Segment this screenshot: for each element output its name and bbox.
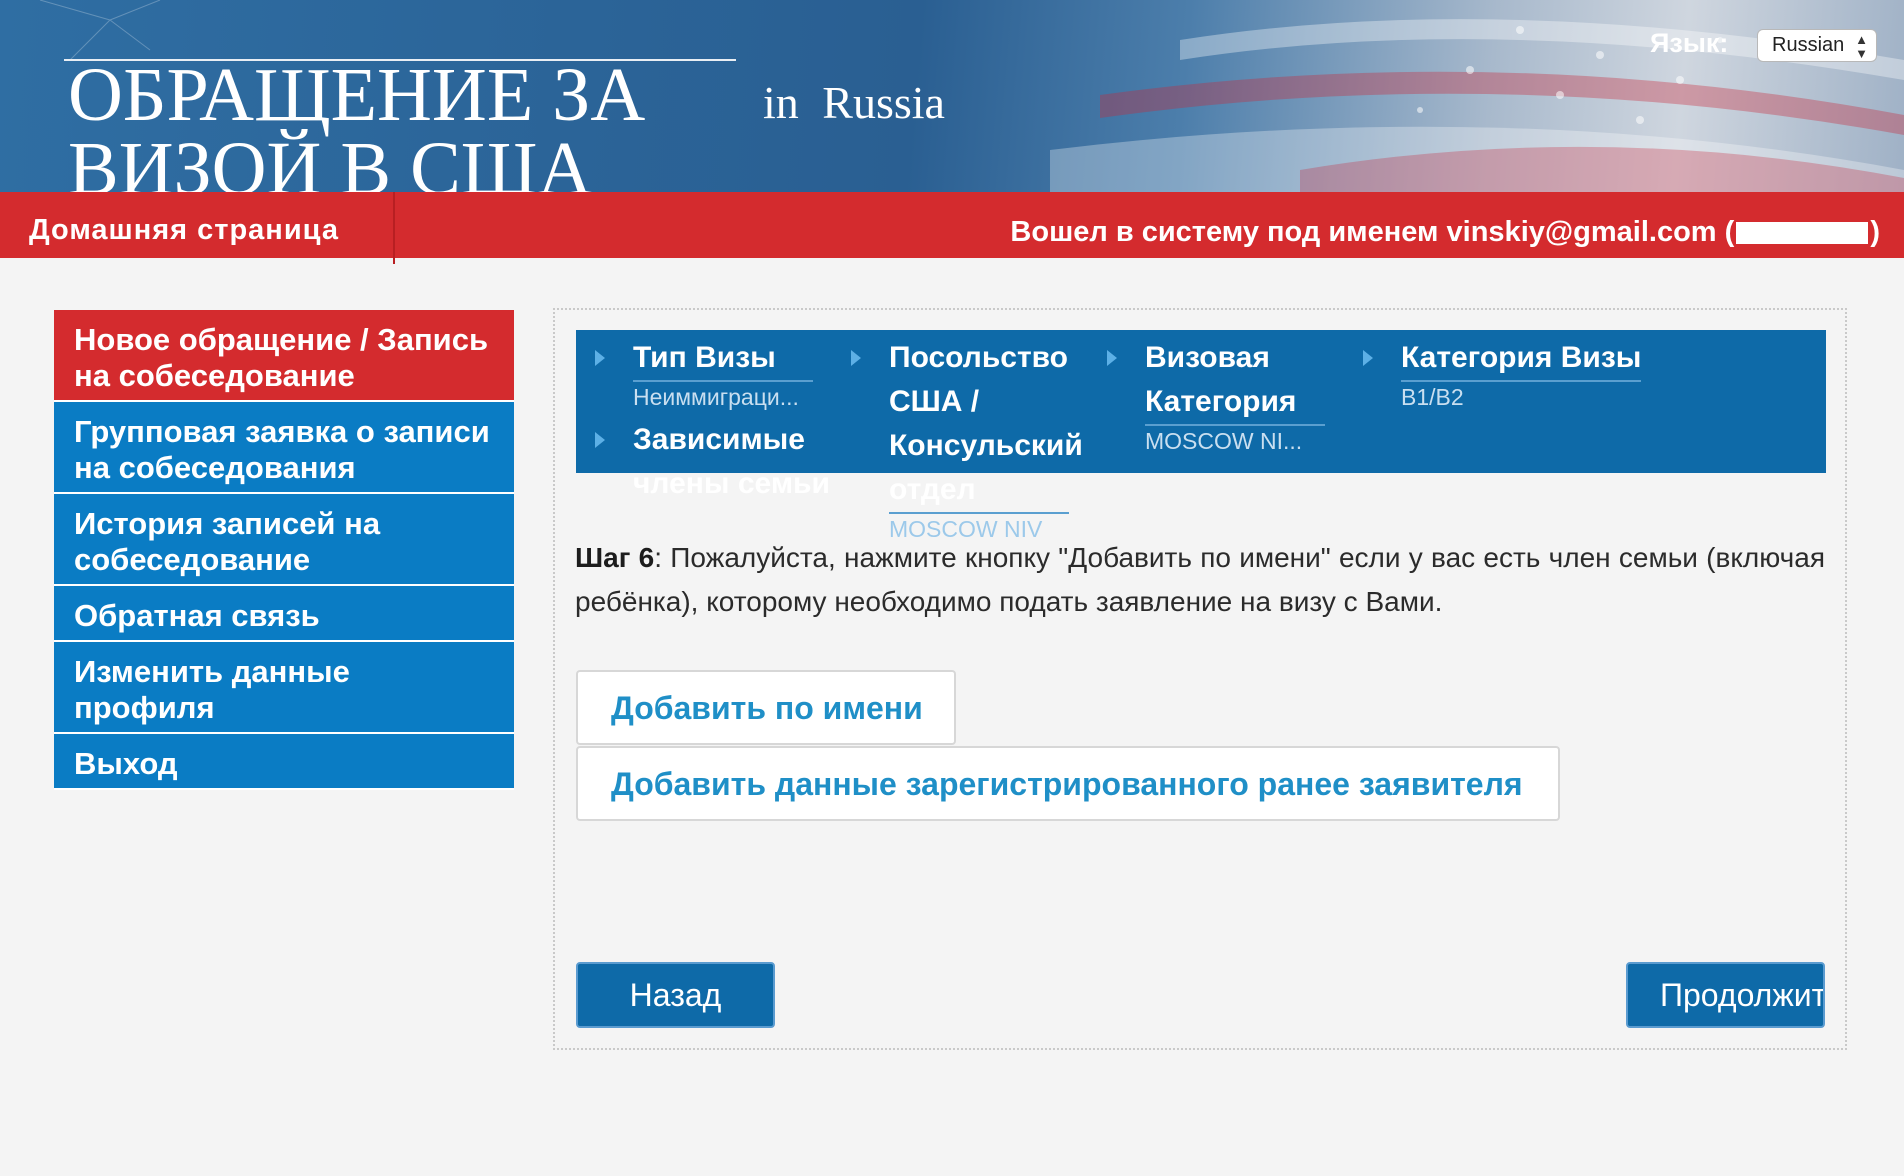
sidebar-item-label: Групповая заявка о записи на собеседован…: [74, 414, 490, 485]
back-button[interactable]: Назад: [576, 962, 775, 1028]
step-arrow-icon: [851, 350, 861, 366]
continue-button[interactable]: Продолжить: [1626, 962, 1825, 1028]
step-visa-category[interactable]: Визовая Категория MOSCOW NI...: [1107, 336, 1325, 456]
logged-in-status: Вошел в систему под именем vinskiy@gmail…: [1010, 216, 1880, 249]
sidebar-item-label: Выход: [74, 746, 178, 781]
step-instruction: Шаг 6: Пожалуйста, нажмите кнопку "Добав…: [575, 536, 1825, 624]
redacted-block: [1736, 222, 1869, 245]
sidebar-item-label: Новое обращение / Запись на собеседовани…: [74, 322, 489, 393]
language-select[interactable]: Russian ▲ ▼: [1757, 29, 1877, 62]
step-value: Неиммиграци...: [633, 384, 799, 410]
sidebar-menu: Новое обращение / Запись на собеседовани…: [54, 310, 514, 790]
sidebar-item-history[interactable]: История записей на собеседование: [54, 494, 514, 586]
step-label: Шаг 6: [575, 542, 655, 573]
step-arrow-icon: [1107, 350, 1117, 366]
add-registered-applicant-button[interactable]: Добавить данные зарегистрированного ране…: [576, 746, 1560, 821]
step-title: Визовая Категория: [1145, 336, 1325, 426]
user-email: vinskiy@gmail.com: [1446, 216, 1717, 248]
select-arrows-icon: ▲ ▼: [1855, 32, 1868, 61]
sidebar-item-edit-profile[interactable]: Изменить данные профиля: [54, 642, 514, 734]
step-dependents[interactable]: Зависимые члены семьи: [595, 418, 833, 500]
language-label: Язык:: [1650, 28, 1729, 58]
step-arrow-icon: [595, 350, 605, 366]
nav-divider: [393, 192, 395, 264]
sidebar-item-new-application[interactable]: Новое обращение / Запись на собеседовани…: [54, 310, 514, 402]
paren-close: ): [1870, 216, 1880, 248]
paren-open: (: [1724, 216, 1735, 248]
sidebar-item-label: Обратная связь: [74, 598, 320, 633]
step-title: Посольство США / Консульский отдел: [889, 336, 1083, 514]
step-value: B1/B2: [1401, 384, 1464, 410]
sidebar-item-group-application[interactable]: Групповая заявка о записи на собеседован…: [54, 402, 514, 494]
step-title: Категория Визы: [1401, 336, 1642, 382]
logged-in-prefix: Вошел в систему под именем: [1010, 216, 1439, 248]
sidebar-item-feedback[interactable]: Обратная связь: [54, 586, 514, 642]
sidebar-item-label: История записей на собеседование: [74, 506, 381, 577]
language-select-value: Russian: [1772, 34, 1845, 56]
sidebar-item-label: Изменить данные профиля: [74, 654, 350, 725]
sidebar-item-logout[interactable]: Выход: [54, 734, 514, 790]
step-embassy[interactable]: Посольство США / Консульский отдел MOSCO…: [851, 336, 1083, 544]
step-title: Зависимые члены семьи: [633, 423, 830, 500]
add-by-name-button[interactable]: Добавить по имени: [576, 670, 956, 745]
step-arrow-icon: [595, 432, 605, 448]
step-arrow-icon: [1363, 350, 1373, 366]
home-link[interactable]: Домашняя страница: [29, 214, 339, 247]
step-value: MOSCOW NI...: [1145, 428, 1303, 454]
site-title: ОБРАЩЕНИЕ ЗА ВИЗОЙ В США: [68, 53, 646, 211]
step-visa-class[interactable]: Категория Визы B1/B2: [1363, 336, 1661, 412]
step-instruction-text: : Пожалуйста, нажмите кнопку "Добавить п…: [575, 542, 1825, 617]
site-subtitle: in Russia: [763, 77, 945, 128]
step-title: Тип Визы: [633, 336, 813, 382]
step-visa-type[interactable]: Тип Визы Неиммиграци...: [595, 336, 813, 412]
